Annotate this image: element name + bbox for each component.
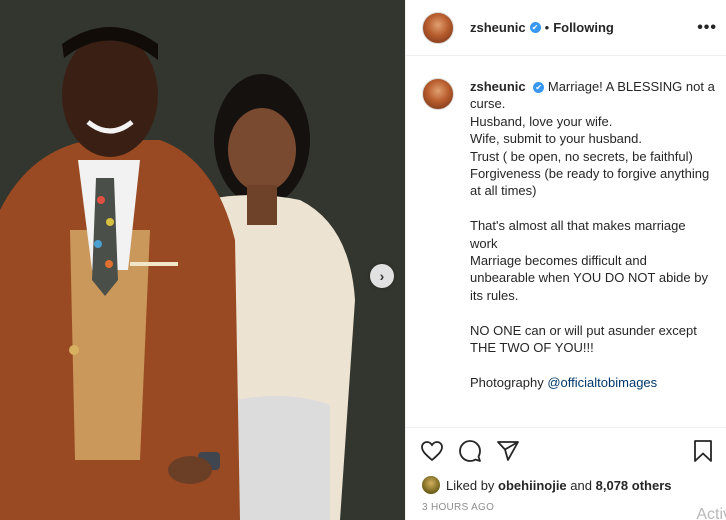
author-username[interactable]: zsheunic bbox=[470, 20, 526, 35]
liker-username[interactable]: obehiinojie bbox=[498, 478, 567, 493]
post-header: zsheunic ✔ • Following ••• bbox=[406, 0, 726, 56]
heart-icon[interactable] bbox=[420, 439, 444, 463]
share-icon[interactable] bbox=[496, 439, 520, 463]
caption-line: Trust ( be open, no secrets, be faithful… bbox=[470, 148, 693, 164]
bookmark-icon[interactable] bbox=[691, 439, 715, 463]
likes-joiner: and bbox=[570, 477, 592, 493]
photographer-mention-link[interactable]: @officialtobimages bbox=[547, 375, 657, 390]
post-viewer: › zsheunic ✔ • Following ••• zsheunic ✔ … bbox=[0, 0, 726, 520]
caption-line: NO ONE can or will put asunder except TH… bbox=[470, 322, 697, 356]
caption-author-username[interactable]: zsheunic bbox=[470, 79, 526, 94]
likes-count-link[interactable]: 8,078 others bbox=[596, 478, 672, 493]
caption-author-avatar[interactable] bbox=[422, 78, 454, 110]
likes-prefix: Liked by bbox=[446, 477, 495, 493]
photo-credit-line: Photography @officialtobimages bbox=[470, 374, 715, 391]
post-photo[interactable]: › bbox=[0, 0, 405, 520]
caption-line: Wife, submit to your husband. bbox=[470, 131, 642, 147]
likes-summary: Liked by obehiinojie and 8,078 others bbox=[406, 474, 726, 496]
activate-windows-watermark: Activ bbox=[696, 506, 726, 520]
following-button[interactable]: Following bbox=[553, 20, 614, 35]
chevron-right-icon: › bbox=[379, 268, 385, 284]
action-bar bbox=[406, 428, 726, 474]
header-separator: • bbox=[544, 20, 550, 35]
caption-section: zsheunic ✔ Marriage! A BLESSING not a cu… bbox=[406, 56, 726, 428]
caption-verified-badge-icon: ✔ bbox=[533, 82, 545, 93]
post-side-panel: zsheunic ✔ • Following ••• zsheunic ✔ Ma… bbox=[405, 0, 726, 520]
verified-badge-icon: ✔ bbox=[529, 22, 541, 33]
caption-row: zsheunic ✔ Marriage! A BLESSING not a cu… bbox=[422, 78, 715, 391]
author-avatar[interactable] bbox=[422, 11, 454, 44]
caption-text: zsheunic ✔ Marriage! A BLESSING not a cu… bbox=[470, 78, 715, 391]
caption-line: Forgiveness (be ready to forgive anythin… bbox=[470, 166, 710, 199]
caption-line: Husband, love your wife. bbox=[470, 113, 613, 129]
couple-photo-illustration bbox=[0, 0, 405, 520]
photo-credit-label: Photography bbox=[470, 374, 544, 390]
more-options-icon[interactable]: ••• bbox=[697, 19, 717, 37]
caption-line: That's almost all that makes marriage wo… bbox=[470, 218, 686, 251]
caption-line: Marriage becomes difficult and unbearabl… bbox=[470, 253, 708, 303]
liker-avatar[interactable] bbox=[422, 476, 440, 494]
post-timestamp: 3 HOURS AGO bbox=[422, 502, 495, 513]
next-photo-button[interactable]: › bbox=[370, 264, 394, 288]
comment-icon[interactable] bbox=[458, 439, 482, 463]
